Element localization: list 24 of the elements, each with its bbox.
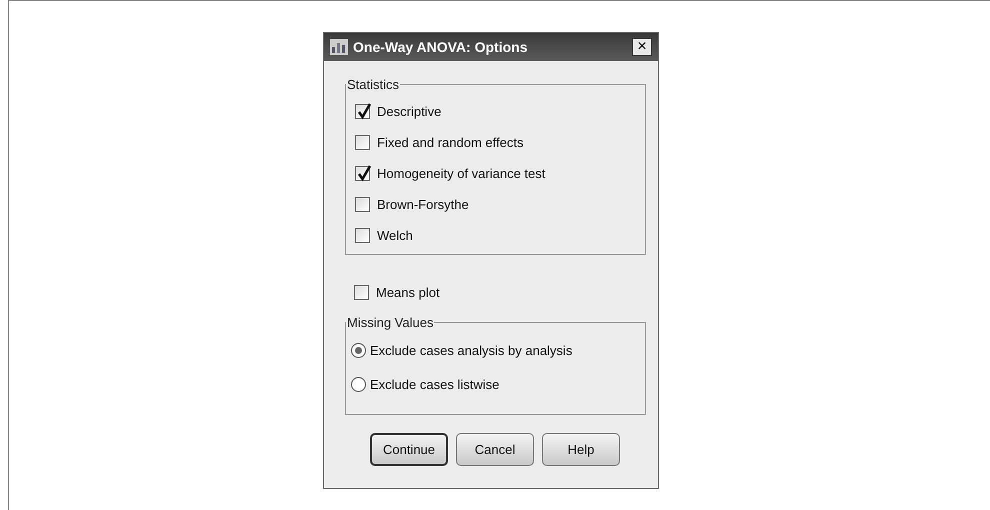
checkbox[interactable]: [355, 134, 370, 150]
checkbox-label: Means plot: [376, 284, 440, 300]
dialog-button[interactable]: Cancel: [456, 433, 534, 466]
checkbox-label: Fixed and random effects: [377, 134, 524, 150]
radio-label: Exclude cases listwise: [370, 376, 500, 392]
checkbox-label: Brown-Forsythe: [377, 196, 469, 212]
close-button[interactable]: ×: [632, 38, 652, 56]
checkbox-label: Homogeneity of variance test: [377, 166, 546, 180]
checkbox-label: Descriptive: [377, 104, 442, 118]
radio-label: Exclude cases analysis by analysis: [370, 342, 572, 358]
app-icon: [330, 39, 348, 55]
checkbox[interactable]: [355, 104, 370, 118]
radio-button[interactable]: [351, 342, 366, 358]
checkbox[interactable]: [354, 284, 369, 300]
dialog-button[interactable]: Help: [542, 433, 620, 466]
checkbox[interactable]: [355, 166, 370, 180]
radio-button[interactable]: [351, 376, 366, 392]
checkbox-label: Welch: [377, 228, 413, 242]
checkbox[interactable]: [355, 196, 370, 212]
dialog-button[interactable]: Continue: [370, 433, 448, 466]
window-title: One-Way ANOVA: Options: [353, 39, 528, 55]
group-title: Statistics: [346, 77, 400, 92]
group-title: Missing Values: [346, 315, 434, 330]
checkbox[interactable]: [355, 228, 370, 242]
